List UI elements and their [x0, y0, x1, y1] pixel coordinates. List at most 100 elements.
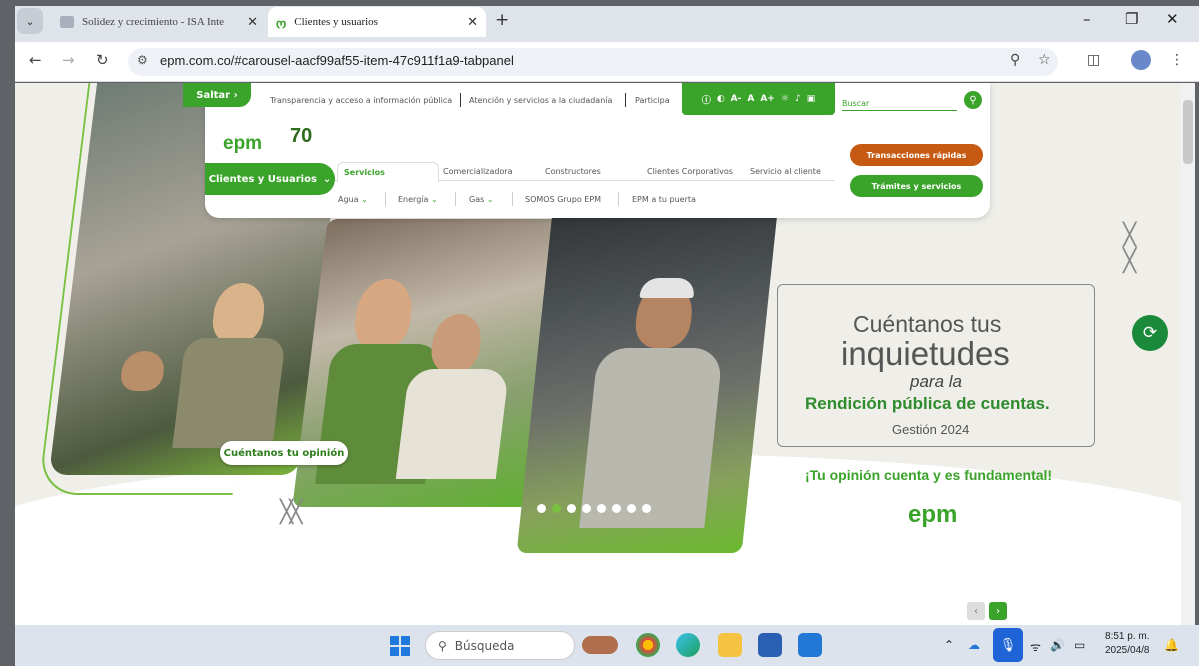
opinion-button[interactable]: Cuéntanos tu opinión — [220, 441, 348, 465]
search-input[interactable]: Buscar — [842, 99, 957, 111]
back-icon[interactable]: ← — [29, 51, 42, 69]
hero-line-1: Cuéntanos tus — [853, 311, 1002, 337]
quick-transactions-button[interactable]: Transacciones rápidas — [850, 144, 983, 166]
subnav-energia[interactable]: Energía ⌄ — [398, 195, 438, 204]
forward-icon[interactable]: → — [62, 51, 75, 69]
info-icon[interactable]: ⓘ — [702, 93, 711, 106]
notification-icon[interactable]: 🔔 — [1164, 638, 1179, 652]
carousel-dot[interactable] — [597, 504, 606, 513]
site-settings-icon[interactable]: ⚙ — [137, 53, 148, 67]
tab-title: Clientes y usuarios — [294, 16, 378, 28]
carousel-next-icon[interactable]: › — [989, 602, 1007, 620]
person-figure — [579, 348, 724, 528]
extensions-icon[interactable]: ◫ — [1087, 52, 1100, 68]
reload-icon[interactable]: ↻ — [96, 51, 109, 69]
epm-favicon-icon: ო — [276, 16, 287, 31]
bookmark-star-icon[interactable]: ☆ — [1038, 52, 1051, 68]
browser-tab-isa[interactable]: Solidez y crecimiento - ISA Inte ✕ — [52, 7, 266, 37]
font-increase[interactable]: A+ — [760, 94, 775, 104]
font-decrease[interactable]: A- — [731, 94, 742, 104]
zoom-icon[interactable]: ⚲ — [1010, 52, 1020, 68]
carousel-dot-active[interactable] — [552, 504, 561, 513]
chevron-down-icon: ⌄ — [361, 195, 368, 204]
tab-servicios[interactable]: Servicios — [337, 162, 439, 182]
chrome-icon[interactable] — [636, 633, 660, 657]
outlook-icon[interactable] — [798, 633, 822, 657]
participa-link[interactable]: Participa — [635, 96, 670, 105]
windows-start-icon[interactable] — [390, 636, 410, 656]
subnav-agua[interactable]: Agua ⌄ — [338, 195, 368, 204]
close-tab-icon[interactable]: ✕ — [247, 14, 258, 30]
subnav-label: Gas — [469, 195, 485, 204]
microphone-icon[interactable]: 🎙 — [993, 628, 1023, 662]
close-window-icon[interactable]: ✕ — [1166, 10, 1179, 28]
subnav-label: Energía — [398, 195, 429, 204]
edge-icon[interactable] — [676, 633, 700, 657]
hero-line-4: Rendición pública de cuentas. — [805, 394, 1050, 413]
carousel-dot[interactable] — [627, 504, 636, 513]
onedrive-icon[interactable]: ☁ — [968, 638, 980, 652]
skip-button[interactable]: Saltar › — [183, 83, 251, 107]
font-reset[interactable]: A — [747, 94, 754, 104]
transparency-link[interactable]: Transparencia y acceso a información púb… — [270, 96, 452, 105]
carousel-prev-icon[interactable]: ‹ — [967, 602, 985, 620]
epm-logo[interactable]: epm — [223, 133, 262, 155]
procedures-button[interactable]: Trámites y servicios — [850, 175, 983, 197]
clock-date: 2025/04/8 — [1105, 645, 1150, 656]
url-text[interactable]: epm.com.co/#carousel-aacf99af55-item-47c… — [160, 53, 514, 68]
wifi-icon[interactable]: ᯤ — [1030, 638, 1041, 655]
hero-line-5: Gestión 2024 — [892, 422, 970, 437]
person-figure — [395, 369, 510, 479]
tab-clientes-corporativos[interactable]: Clientes Corporativos — [647, 162, 733, 181]
relief-icon[interactable]: ▣ — [807, 94, 816, 104]
search-icon: ⚲ — [438, 638, 447, 653]
volume-icon[interactable]: 🔊 — [1050, 638, 1065, 652]
subnav-epm-a-tu-puerta[interactable]: EPM a tu puerta — [632, 195, 696, 204]
web-page: Cuéntanos tu opinión ╳╳ ╳ ╳ Cuéntanos tus… — [15, 83, 1181, 625]
battery-icon[interactable]: ▭ — [1074, 638, 1085, 652]
desktop-screen: ⌄ Solidez y crecimiento - ISA Inte ✕ ო C… — [0, 0, 1199, 666]
tray-chevron-icon[interactable]: ⌃ — [944, 638, 954, 652]
subnav-gas[interactable]: Gas ⌄ — [469, 195, 494, 204]
store-icon[interactable] — [758, 633, 782, 657]
contrast-icon[interactable]: ◐ — [717, 94, 725, 104]
sign-language-icon[interactable]: ☼ — [781, 94, 789, 104]
taskbar-search[interactable]: ⚲ Búsqueda — [425, 631, 575, 660]
profile-avatar[interactable] — [1131, 50, 1151, 70]
widget-icon[interactable] — [582, 636, 618, 654]
tab-constructores[interactable]: Constructores — [545, 162, 601, 181]
tab-search-button[interactable]: ⌄ — [17, 8, 43, 34]
hard-hat — [639, 278, 696, 298]
carousel-dot[interactable] — [567, 504, 576, 513]
audience-label: Clientes y Usuarios — [208, 173, 317, 185]
taskbar-clock[interactable]: 8:51 p. m. 2025/04/8 — [1105, 630, 1150, 658]
tab-servicio-cliente[interactable]: Servicio al cliente — [750, 162, 821, 181]
menu-dots-icon[interactable]: ⋮ — [1170, 52, 1184, 68]
minimize-icon[interactable]: – — [1083, 10, 1091, 28]
chat-assistant-icon[interactable]: ⟳ — [1132, 315, 1168, 351]
carousel-dot[interactable] — [582, 504, 591, 513]
carousel-dot[interactable] — [612, 504, 621, 513]
audience-dropdown[interactable]: Clientes y Usuarios ⌄ — [205, 163, 335, 195]
start-tile — [401, 636, 410, 645]
tab-comercializadora[interactable]: Comercializadora — [443, 162, 513, 181]
subnav-somos[interactable]: SOMOS Grupo EPM — [525, 195, 601, 204]
file-explorer-icon[interactable] — [718, 633, 742, 657]
site-favicon-icon — [60, 16, 74, 28]
scrollbar-thumb[interactable] — [1183, 100, 1193, 164]
audio-icon[interactable]: ♪ — [795, 94, 801, 104]
browser-tab-clientes[interactable]: ო Clientes y usuarios ✕ — [268, 7, 486, 37]
hero-photo-technician — [516, 203, 779, 553]
hero-line-3: para la — [910, 372, 962, 391]
carousel-dot[interactable] — [642, 504, 651, 513]
maximize-icon[interactable]: ❐ — [1125, 10, 1138, 28]
citizen-services-link[interactable]: Atención y servicios a la ciudadanía — [469, 96, 612, 105]
divider — [455, 192, 456, 206]
search-icon[interactable]: ⚲ — [964, 91, 982, 109]
divider — [385, 192, 386, 206]
close-tab-icon[interactable]: ✕ — [467, 14, 478, 30]
new-tab-icon[interactable]: + — [495, 10, 509, 30]
decorative-x-icon: ╳╳ — [280, 500, 302, 525]
carousel-dot[interactable] — [537, 504, 546, 513]
page-scrollbar[interactable] — [1181, 83, 1195, 625]
